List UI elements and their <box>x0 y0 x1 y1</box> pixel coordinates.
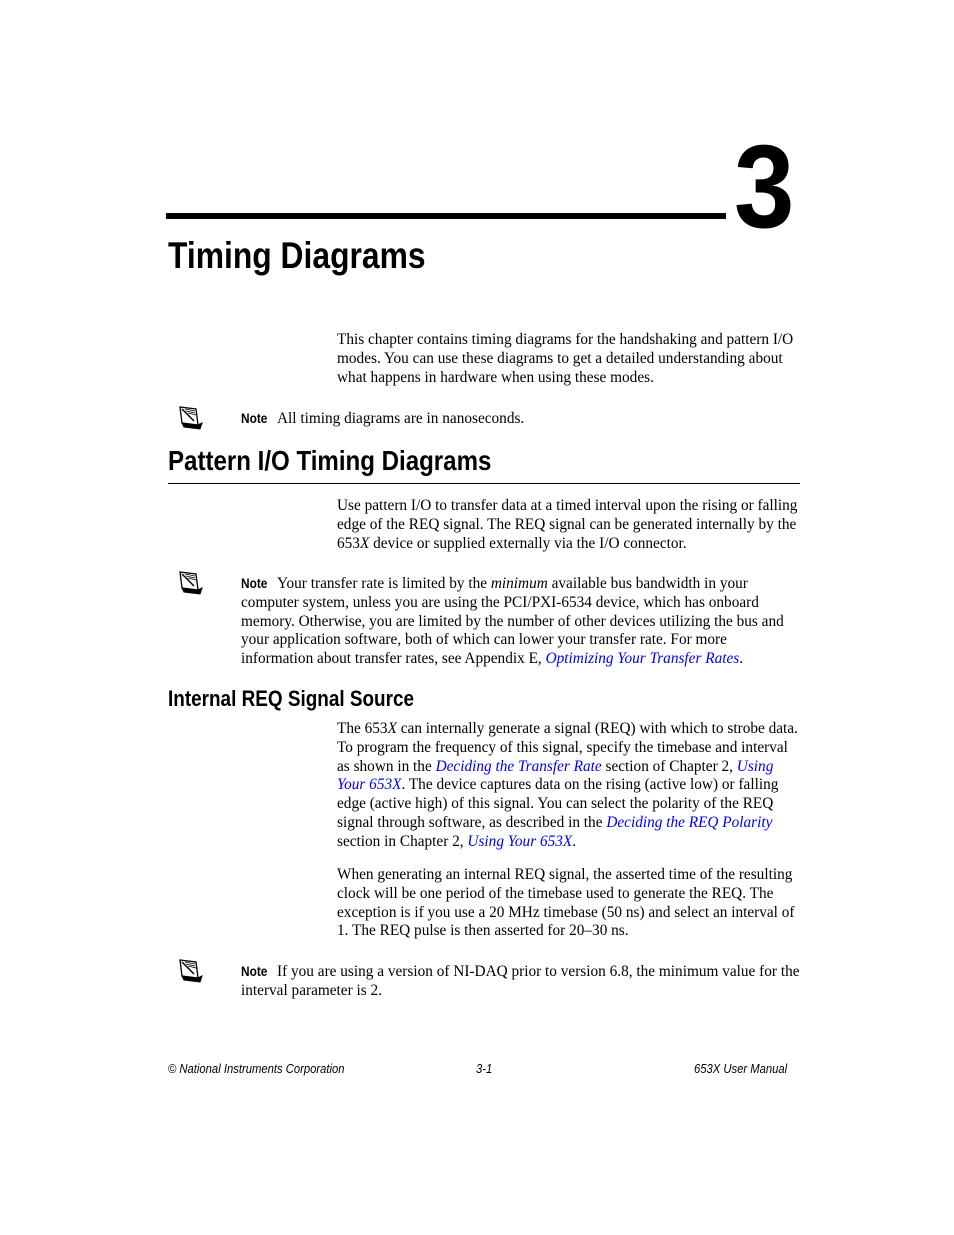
internal-req-paragraph-2: When generating an internal REQ signal, … <box>337 866 795 940</box>
section-rule <box>168 483 800 484</box>
note-label: Note <box>241 411 268 426</box>
text-run: device or supplied externally via the I/… <box>369 534 687 552</box>
note-pencil-icon <box>179 406 203 430</box>
footer-copyright: © National Instruments Corporation <box>168 1062 345 1076</box>
note-3: Note If you are using a version of NI-DAQ… <box>241 963 801 1001</box>
link-deciding-req-polarity[interactable]: Deciding the REQ Polarity <box>606 814 772 831</box>
note-pencil-icon <box>179 571 203 595</box>
footer-right: 653X User Manual <box>694 1062 798 1076</box>
section-heading-pattern-io: Pattern I/O Timing Diagrams <box>168 445 492 476</box>
text-run: . <box>572 832 577 850</box>
chapter-number: 3 <box>734 121 794 253</box>
note-1: Note All timing diagrams are in nanosecon… <box>241 410 801 429</box>
text-run: Your transfer rate is limited by the <box>277 575 491 592</box>
note-text: All timing diagrams are in nanoseconds. <box>277 410 525 427</box>
text-run-italic: X <box>387 720 397 737</box>
note-pencil-icon <box>179 959 203 983</box>
note-2: Note Your transfer rate is limited by the… <box>241 575 801 669</box>
footer-center: 3-1 <box>476 1062 494 1076</box>
text-run: The 653 <box>337 720 388 737</box>
text-run: section in Chapter 2, <box>337 832 468 850</box>
text-run: section of Chapter 2, <box>601 757 737 775</box>
section-heading-internal-req: Internal REQ Signal Source <box>168 686 415 711</box>
footer-page-number: 3-1 <box>476 1062 493 1076</box>
link-using-your-653x[interactable]: Using Your 653X <box>467 833 572 850</box>
footer-manual-title: 653X User Manual <box>694 1062 788 1076</box>
chapter-rule <box>166 213 726 219</box>
link-deciding-transfer-rate[interactable]: Deciding the Transfer Rate <box>436 758 602 775</box>
note-label: Note <box>241 964 268 979</box>
internal-req-paragraph-1: The 653X can internally generate a signa… <box>337 720 802 852</box>
intro-paragraph: This chapter contains timing diagrams fo… <box>337 331 794 386</box>
note-label: Note <box>241 576 268 591</box>
note-text: If you are using a version of NI-DAQ pri… <box>241 963 800 999</box>
chapter-title: Timing Diagrams <box>168 235 426 276</box>
text-run-italic: X <box>359 534 370 552</box>
text-run: . <box>739 650 744 668</box>
text-run-italic: minimum <box>490 575 548 592</box>
link-optimizing-transfer-rates[interactable]: Optimizing Your Transfer Rates <box>546 650 740 667</box>
footer-left: © National Instruments Corporation <box>168 1062 364 1076</box>
pattern-io-paragraph: Use pattern I/O to transfer data at a ti… <box>337 497 802 553</box>
